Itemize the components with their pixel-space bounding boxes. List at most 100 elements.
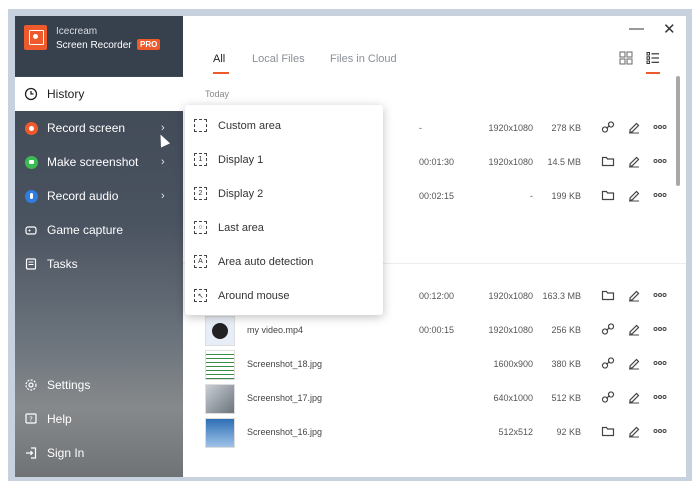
sidebar-item-help[interactable]: ? Help: [15, 402, 183, 436]
minimize-button[interactable]: —: [629, 20, 644, 37]
link-icon[interactable]: [601, 322, 615, 336]
file-duration: 00:12:00: [419, 291, 455, 301]
file-resolution: 1920x1080: [488, 291, 533, 301]
menu-item-display-1[interactable]: 1 Display 1: [185, 143, 383, 177]
more-options-icon[interactable]: [653, 120, 667, 134]
sidebar-item-tasks[interactable]: Tasks: [15, 247, 183, 281]
file-size: 512 KB: [551, 393, 581, 403]
section-label-today: Today: [205, 89, 230, 99]
gamepad-icon: [24, 223, 38, 237]
sidebar-item-label: Sign In: [47, 446, 85, 460]
app-window: Icecream Screen Recorder PRO History Rec…: [15, 16, 686, 477]
sidebar-item-label: Make screenshot: [47, 155, 139, 169]
edit-icon[interactable]: [627, 390, 641, 404]
menu-item-label: Last area: [218, 222, 264, 234]
camera-icon: [24, 155, 38, 169]
grid-view-icon[interactable]: [619, 51, 633, 65]
file-size: 163.3 MB: [542, 291, 581, 301]
scrollbar[interactable]: [676, 76, 680, 186]
app-header: Icecream Screen Recorder PRO: [15, 16, 183, 76]
image-thumbnail: [205, 418, 235, 448]
more-options-icon[interactable]: [653, 288, 667, 302]
file-duration: 00:00:15: [419, 325, 455, 335]
gear-icon: [24, 378, 38, 392]
sidebar-item-record-audio[interactable]: Record audio ›: [15, 179, 183, 213]
edit-icon[interactable]: [627, 154, 641, 168]
menu-item-label: Display 1: [218, 154, 264, 166]
edit-icon[interactable]: [627, 424, 641, 438]
sidebar-item-history[interactable]: History: [15, 77, 183, 111]
sidebar-item-label: Settings: [47, 378, 91, 392]
tasks-icon: [24, 257, 38, 271]
link-icon[interactable]: [601, 356, 615, 370]
menu-item-area-auto-detection[interactable]: A Area auto detection: [185, 245, 383, 279]
file-duration: 00:02:15: [419, 191, 455, 201]
list-item[interactable]: my video.mp4 00:00:15 1920x1080 256 KB: [183, 313, 686, 347]
sidebar-item-sign-in[interactable]: Sign In: [15, 436, 183, 470]
tab-local-files[interactable]: Local Files: [252, 53, 305, 65]
app-name-line1: Icecream: [56, 26, 98, 37]
folder-icon[interactable]: [601, 288, 615, 302]
more-options-icon[interactable]: [653, 356, 667, 370]
display-1-icon: 1: [194, 153, 207, 166]
tab-all[interactable]: All: [213, 53, 225, 65]
close-button[interactable]: ✕: [663, 20, 676, 38]
sign-in-icon: [24, 446, 38, 460]
folder-icon[interactable]: [601, 188, 615, 202]
record-icon: [24, 121, 38, 135]
sidebar-item-game-capture[interactable]: Game capture: [15, 213, 183, 247]
sidebar-item-label: Game capture: [47, 223, 124, 237]
edit-icon[interactable]: [627, 322, 641, 336]
file-size: 380 KB: [551, 359, 581, 369]
file-size: 199 KB: [551, 191, 581, 201]
tab-files-in-cloud[interactable]: Files in Cloud: [330, 53, 397, 65]
sidebar-item-make-screenshot[interactable]: Make screenshot ›: [15, 145, 183, 179]
menu-item-display-2[interactable]: 2 Display 2: [185, 177, 383, 211]
file-resolution: 1920x1080: [488, 157, 533, 167]
file-resolution: 1600x900: [493, 359, 533, 369]
edit-icon[interactable]: [627, 288, 641, 302]
link-icon[interactable]: [601, 120, 615, 134]
file-size: 278 KB: [551, 123, 581, 133]
sidebar: Icecream Screen Recorder PRO History Rec…: [15, 16, 183, 477]
sidebar-item-settings[interactable]: Settings: [15, 368, 183, 402]
folder-icon[interactable]: [601, 424, 615, 438]
custom-area-icon: [194, 119, 207, 132]
list-item[interactable]: Screenshot_17.jpg 640x1000 512 KB: [183, 381, 686, 415]
more-options-icon[interactable]: [653, 154, 667, 168]
link-icon[interactable]: [601, 390, 615, 404]
more-options-icon[interactable]: [653, 424, 667, 438]
file-name: Screenshot_16.jpg: [247, 427, 323, 437]
menu-item-label: Display 2: [218, 188, 264, 200]
chevron-right-icon: ›: [161, 190, 165, 202]
file-resolution: 1920x1080: [488, 325, 533, 335]
help-icon: ?: [24, 412, 38, 426]
record-screen-submenu: Custom area 1 Display 1 2 Display 2 ○ La…: [185, 105, 383, 315]
list-item[interactable]: Screenshot_18.jpg 1600x900 380 KB: [183, 347, 686, 381]
menu-item-label: Around mouse: [218, 290, 290, 302]
file-name: Screenshot_17.jpg: [247, 393, 323, 403]
more-options-icon[interactable]: [653, 188, 667, 202]
file-size: 92 KB: [556, 427, 581, 437]
more-options-icon[interactable]: [653, 390, 667, 404]
file-resolution: -: [530, 191, 533, 201]
edit-icon[interactable]: [627, 188, 641, 202]
list-view-icon[interactable]: [646, 51, 660, 65]
menu-item-around-mouse[interactable]: ↖ Around mouse: [185, 279, 383, 313]
file-resolution: 1920x1080: [488, 123, 533, 133]
more-options-icon[interactable]: [653, 322, 667, 336]
svg-text:?: ?: [29, 416, 33, 424]
list-item[interactable]: Screenshot_16.jpg 512x512 92 KB: [183, 415, 686, 449]
folder-icon[interactable]: [601, 154, 615, 168]
sidebar-item-label: Record screen: [47, 121, 126, 135]
app-name-line2: Screen Recorder: [56, 40, 132, 51]
file-size: 14.5 MB: [547, 157, 581, 167]
view-active-indicator: [646, 72, 660, 74]
menu-item-custom-area[interactable]: Custom area: [185, 109, 383, 143]
edit-icon[interactable]: [627, 120, 641, 134]
edit-icon[interactable]: [627, 356, 641, 370]
menu-item-last-area[interactable]: ○ Last area: [185, 211, 383, 245]
sidebar-item-label: Help: [47, 412, 72, 426]
file-resolution: 512x512: [498, 427, 533, 437]
file-resolution: 640x1000: [493, 393, 533, 403]
